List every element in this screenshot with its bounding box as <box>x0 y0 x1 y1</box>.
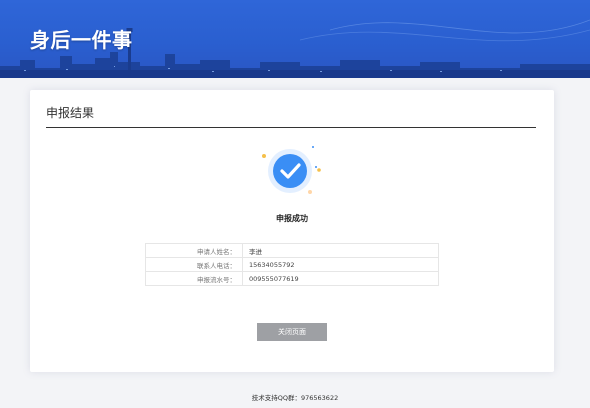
serial-number-value: 009555077619 <box>242 271 439 286</box>
section-heading: 申报结果 <box>46 104 536 128</box>
support-footer: 技术支持QQ群：976563622 <box>251 394 339 402</box>
serial-number-label: 申报流水号： <box>145 271 243 286</box>
result-card: 申报结果 申报成功 申请人姓名： 李进 联系人电话： 15634055792 申… <box>30 90 554 372</box>
applicant-name-value: 李进 <box>242 243 439 258</box>
success-check-icon <box>262 146 321 194</box>
close-page-button[interactable]: 关闭页面 <box>257 323 327 341</box>
table-row: 联系人电话： 15634055792 <box>145 257 439 272</box>
header-banner: 身后一件事 <box>0 0 590 78</box>
table-row: 申请人姓名： 李进 <box>145 243 439 258</box>
applicant-name-label: 申请人姓名： <box>145 243 243 258</box>
site-title: 身后一件事 <box>30 28 133 52</box>
applicant-info-table: 申请人姓名： 李进 联系人电话： 15634055792 申报流水号： 0095… <box>145 243 439 286</box>
table-row: 申报流水号： 009555077619 <box>145 271 439 286</box>
contact-phone-value: 15634055792 <box>242 257 439 272</box>
contact-phone-label: 联系人电话： <box>145 257 243 272</box>
success-message: 申报成功 <box>276 214 308 223</box>
